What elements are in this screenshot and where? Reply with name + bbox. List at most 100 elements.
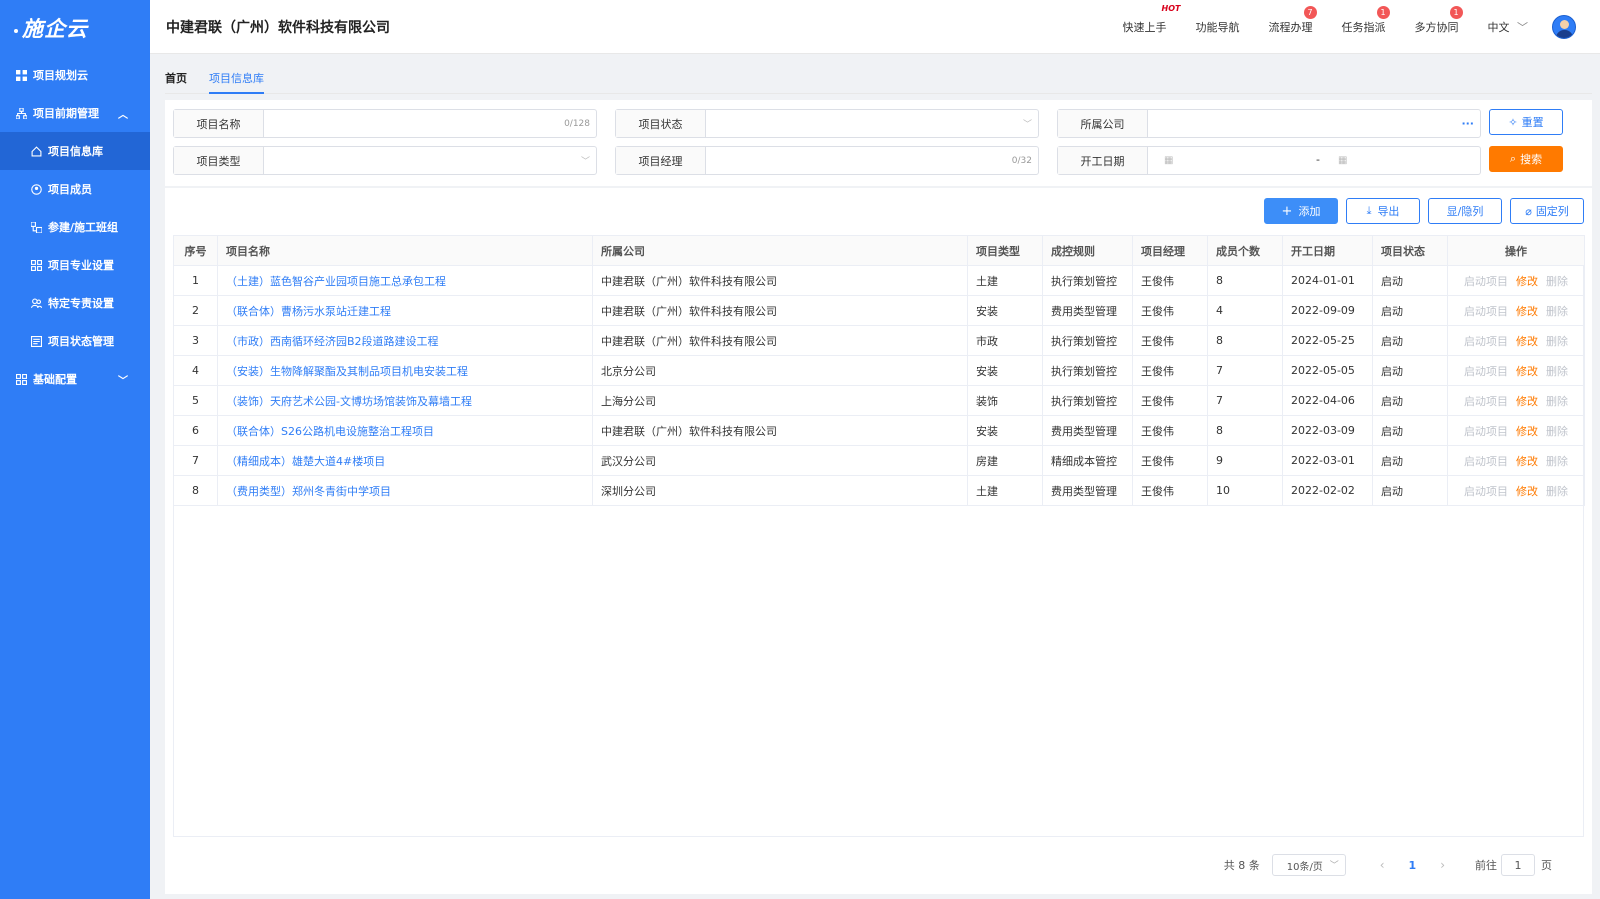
search-button[interactable]: ⌕ 搜索: [1489, 146, 1563, 172]
quick-start-link[interactable]: 快速上手 HOT: [1123, 4, 1181, 35]
delete-button[interactable]: 删除: [1546, 275, 1568, 288]
start-project-button[interactable]: 启动项目: [1464, 365, 1508, 378]
delete-button[interactable]: 删除: [1546, 335, 1568, 348]
export-button[interactable]: ⤓ 导出: [1346, 198, 1420, 224]
page-size-select[interactable]: 10条/页 ﹀: [1271, 854, 1346, 876]
start-project-button[interactable]: 启动项目: [1464, 335, 1508, 348]
calendar-icon: ▦: [1164, 155, 1174, 166]
sidebar-item-duty[interactable]: 特定专责设置: [0, 284, 150, 322]
chevron-down-icon: ﹀: [580, 157, 590, 167]
language-select[interactable]: 中文 ﹀: [1488, 19, 1529, 35]
reset-button[interactable]: ✧ 重置: [1489, 109, 1563, 135]
start-project-button[interactable]: 启动项目: [1464, 305, 1508, 318]
manager-cell: 王俊伟: [1132, 385, 1208, 416]
start-date-range[interactable]: ▦ - ▦: [1148, 147, 1480, 174]
edit-button[interactable]: 修改: [1516, 335, 1538, 348]
process-link[interactable]: 流程办理 7: [1268, 6, 1317, 35]
company-cell: 中建君联（广州）软件科技有限公司: [592, 295, 968, 326]
member-count-cell: 10: [1207, 475, 1283, 506]
add-label: 添加: [1298, 205, 1321, 218]
sidebar-item-specialty[interactable]: 项目专业设置: [0, 246, 150, 284]
sidebar-item-base-config[interactable]: 基础配置 ﹀: [0, 360, 150, 398]
delete-button[interactable]: 删除: [1546, 395, 1568, 408]
sidebar-item-status[interactable]: 项目状态管理: [0, 322, 150, 360]
project-name-link[interactable]: （安装）生物降解聚酯及其制品项目机电安装工程: [217, 355, 593, 386]
current-page[interactable]: 1: [1409, 859, 1417, 872]
goto-page-input[interactable]: 1: [1501, 854, 1535, 876]
member-count-cell: 8: [1207, 265, 1283, 296]
avatar[interactable]: [1552, 15, 1576, 39]
tab-project-info[interactable]: 项目信息库: [209, 62, 264, 94]
manager-cell: 王俊伟: [1132, 415, 1208, 446]
project-name-link[interactable]: （市政）西南循环经济园B2段道路建设工程: [217, 325, 593, 356]
edit-button[interactable]: 修改: [1516, 395, 1538, 408]
sidebar-item-planning-cloud[interactable]: 项目规划云: [0, 56, 150, 94]
project-name-input[interactable]: 0/128: [264, 110, 596, 137]
project-name-link[interactable]: （联合体）S26公路机电设施整治工程项目: [217, 415, 593, 446]
start-project-button[interactable]: 启动项目: [1464, 425, 1508, 438]
logo[interactable]: 施企云: [0, 0, 150, 56]
task-link[interactable]: 任务指派 1: [1342, 6, 1390, 35]
delete-button[interactable]: 删除: [1546, 365, 1568, 378]
delete-button[interactable]: 删除: [1546, 485, 1568, 498]
row-index: 8: [173, 475, 218, 506]
edit-button[interactable]: 修改: [1516, 305, 1538, 318]
func-nav-link[interactable]: 功能导航: [1196, 19, 1240, 35]
company-input[interactable]: ···: [1148, 110, 1480, 137]
project-name-link[interactable]: （联合体）曹杨污水泵站迁建工程: [217, 295, 593, 326]
sidebar-item-members[interactable]: 项目成员: [0, 170, 150, 208]
row-index: 2: [173, 295, 218, 326]
start-project-button[interactable]: 启动项目: [1464, 455, 1508, 468]
delete-button[interactable]: 删除: [1546, 425, 1568, 438]
status-cell: 启动: [1372, 445, 1448, 476]
delete-button[interactable]: 删除: [1546, 455, 1568, 468]
start-date-cell: 2022-03-01: [1282, 445, 1373, 476]
project-name-link[interactable]: （费用类型）郑州冬青街中学项目: [217, 475, 593, 506]
edit-button[interactable]: 修改: [1516, 365, 1538, 378]
control-rule-cell: 费用类型管理: [1042, 415, 1133, 446]
team-icon: [31, 221, 42, 233]
start-project-button[interactable]: 启动项目: [1464, 485, 1508, 498]
company-cell: 深圳分公司: [592, 475, 968, 506]
start-project-button[interactable]: 启动项目: [1464, 275, 1508, 288]
fix-columns-button[interactable]: ⌀ 固定列: [1510, 198, 1584, 224]
content-panel: + 添加 ⤓ 导出 显/隐列 ⌀ 固定列 序号 项目名称 所属公司 项目类型 成…: [165, 188, 1592, 894]
edit-button[interactable]: 修改: [1516, 455, 1538, 468]
prev-page-icon[interactable]: ‹: [1380, 858, 1385, 872]
sidebar-item-pre-project[interactable]: 项目前期管理 ︿: [0, 94, 150, 132]
project-type-select[interactable]: ﹀: [264, 147, 596, 174]
edit-button[interactable]: 修改: [1516, 485, 1538, 498]
project-name-link[interactable]: （精细成本）雄楚大道4#楼项目: [217, 445, 593, 476]
chevron-down-icon: ﹀: [1517, 21, 1528, 34]
project-name-count: 0/128: [564, 118, 590, 129]
start-date-cell: 2022-09-09: [1282, 295, 1373, 326]
delete-button[interactable]: 删除: [1546, 305, 1568, 318]
reset-icon: ✧: [1508, 115, 1518, 129]
toggle-columns-button[interactable]: 显/隐列: [1428, 198, 1502, 224]
project-name-link[interactable]: （装饰）天府艺术公园-文博坊场馆装饰及幕墙工程: [217, 385, 593, 416]
next-page-icon[interactable]: ›: [1440, 858, 1445, 872]
collab-label: 多方协同: [1414, 21, 1459, 34]
start-project-button[interactable]: 启动项目: [1464, 395, 1508, 408]
member-count-cell: 7: [1207, 385, 1283, 416]
collab-link[interactable]: 多方协同 1: [1414, 6, 1463, 35]
sidebar-item-project-info[interactable]: 项目信息库: [0, 132, 150, 170]
sidebar-item-teams[interactable]: 参建/施工班组: [0, 208, 150, 246]
project-manager-input[interactable]: 0/32: [706, 147, 1038, 174]
org-chart-icon: [16, 107, 27, 119]
status-cell: 启动: [1372, 295, 1448, 326]
col-header: 项目类型: [967, 235, 1043, 266]
tab-home[interactable]: 首页: [165, 62, 187, 94]
plus-icon: +: [1281, 203, 1293, 219]
more-icon[interactable]: ···: [1461, 117, 1474, 130]
actions-cell: 启动项目 修改 删除: [1447, 265, 1585, 296]
search-icon: ⌕: [1509, 152, 1517, 165]
company-cell: 武汉分公司: [592, 445, 968, 476]
edit-button[interactable]: 修改: [1516, 275, 1538, 288]
col-header: 所属公司: [592, 235, 968, 266]
project-status-select[interactable]: ﹀: [706, 110, 1038, 137]
edit-button[interactable]: 修改: [1516, 425, 1538, 438]
process-label: 流程办理: [1268, 21, 1313, 34]
add-button[interactable]: + 添加: [1264, 198, 1338, 224]
project-name-link[interactable]: （土建）蓝色智谷产业园项目施工总承包工程: [217, 265, 593, 296]
